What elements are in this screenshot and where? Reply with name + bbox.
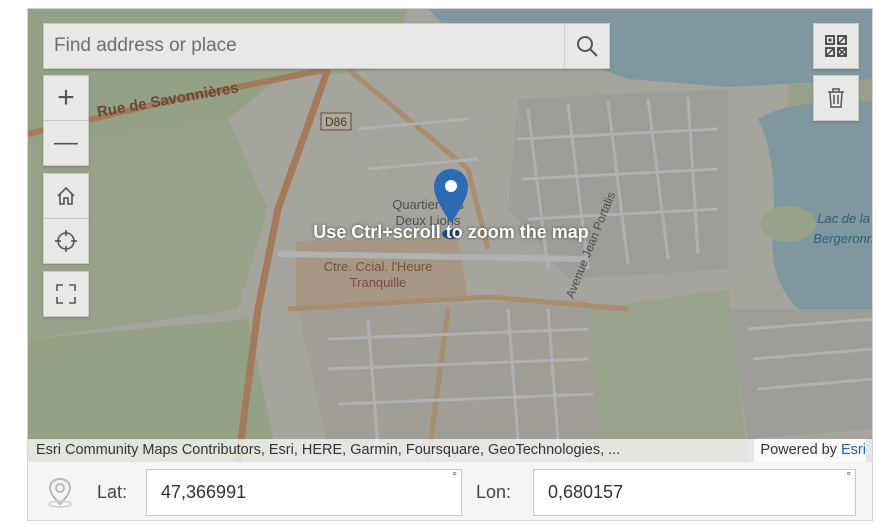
delete-button[interactable]	[813, 75, 859, 121]
zoom-in-button[interactable]: +	[43, 75, 89, 121]
powered-by-label: Powered by	[760, 442, 837, 458]
coordinates-bar: Lat: ° Lon: °	[28, 462, 872, 520]
lat-label: Lat:	[97, 482, 128, 502]
qr-grid-icon	[825, 35, 847, 57]
minus-icon: —	[54, 129, 78, 156]
lon-field[interactable]: °	[533, 469, 856, 516]
lon-label: Lon:	[476, 482, 512, 502]
zoom-out-button[interactable]: —	[43, 120, 89, 166]
map-widget: Rue de Savonnières D86 Quartier des Deux…	[27, 8, 873, 521]
plus-icon: +	[57, 81, 75, 114]
attribution-text: Esri Community Maps Contributors, Esri, …	[36, 442, 621, 458]
search-input[interactable]	[44, 24, 584, 68]
lat-field[interactable]: °	[146, 469, 462, 516]
home-icon	[57, 186, 75, 205]
lat-degree: °	[452, 469, 457, 483]
home-button[interactable]	[43, 173, 89, 219]
esri-link[interactable]: Esri	[841, 442, 866, 458]
locate-button[interactable]	[43, 218, 89, 264]
basemap-gallery-button[interactable]	[813, 23, 859, 69]
trash-icon	[828, 88, 844, 108]
fullscreen-icon	[56, 284, 76, 304]
zoom-hint: Use Ctrl+scroll to zoom the map	[313, 222, 589, 242]
attribution-bar: Esri Community Maps Contributors, Esri, …	[28, 439, 872, 462]
fullscreen-button[interactable]	[43, 271, 89, 317]
location-target-icon[interactable]	[45, 476, 75, 508]
crosshair-icon	[55, 230, 77, 252]
lat-input[interactable]	[147, 470, 461, 515]
search-box	[43, 23, 610, 69]
search-icon	[577, 36, 598, 57]
powered-by: Powered by Esri	[754, 439, 866, 462]
lon-input[interactable]	[534, 470, 855, 515]
map-view[interactable]: Rue de Savonnières D86 Quartier des Deux…	[28, 9, 872, 462]
lon-degree: °	[846, 469, 851, 483]
search-button[interactable]	[564, 24, 609, 68]
